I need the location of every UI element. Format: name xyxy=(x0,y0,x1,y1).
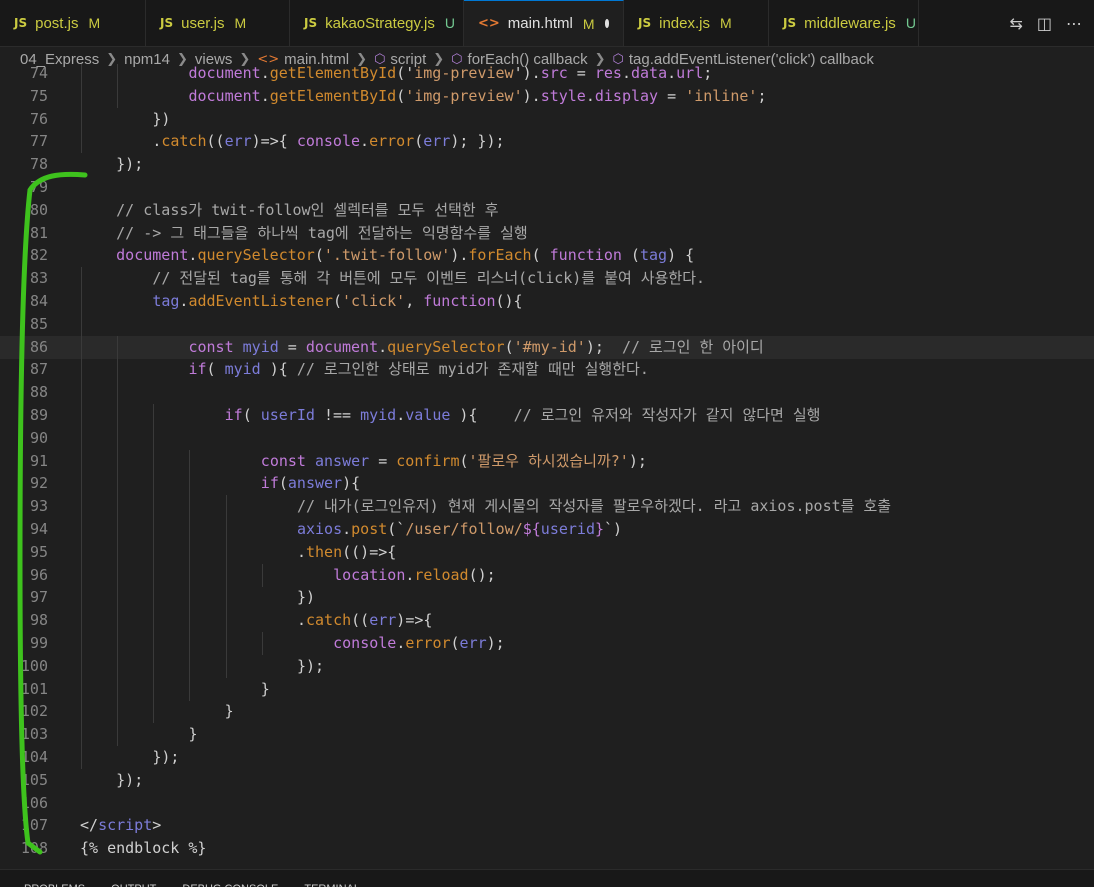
green-annotation-stroke xyxy=(17,171,88,855)
panel-tab[interactable]: OUTPUT xyxy=(111,883,156,887)
panel-tab[interactable]: DEBUG CONSOLE xyxy=(182,883,278,887)
panel-tab[interactable]: TERMINAL xyxy=(304,883,360,887)
panel-tab[interactable]: PROBLEMS xyxy=(24,883,85,887)
bottom-panel-tabs: PROBLEMS OUTPUT DEBUG CONSOLE TERMINAL xyxy=(0,869,1094,887)
